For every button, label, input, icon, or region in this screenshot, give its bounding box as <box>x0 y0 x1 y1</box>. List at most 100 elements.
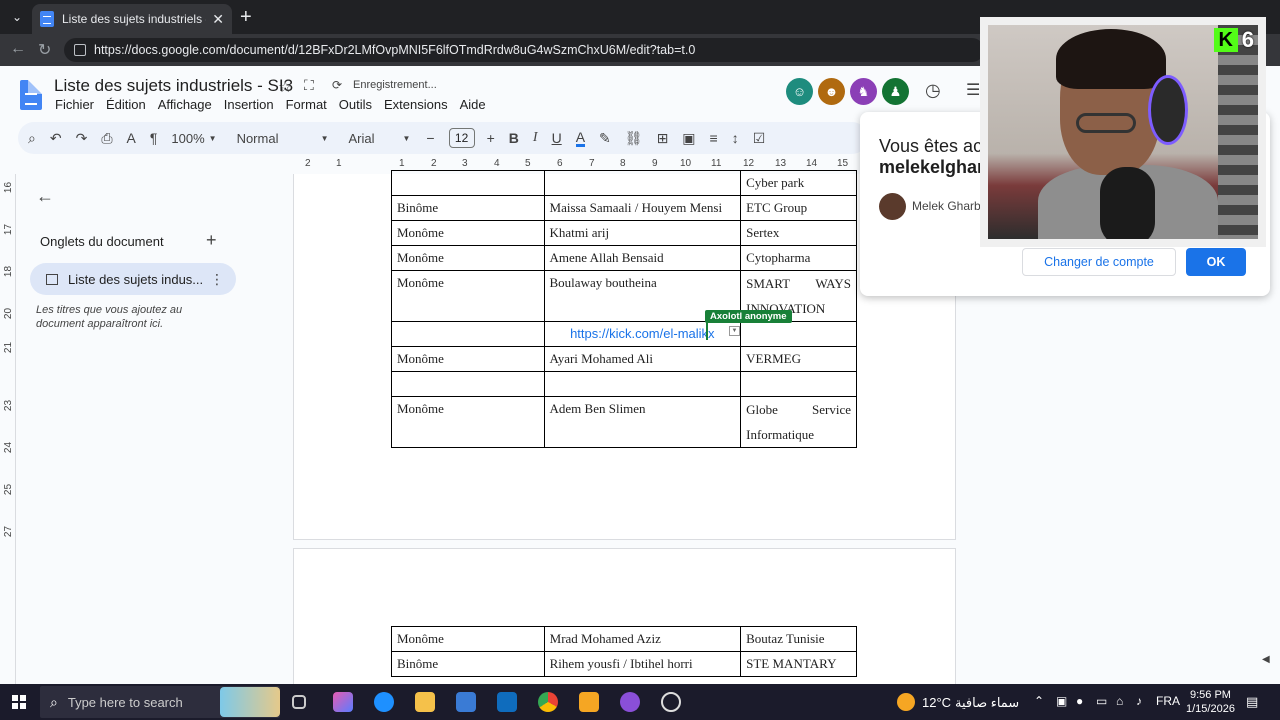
table-cell[interactable]: Globe Service Informatique <box>740 396 857 448</box>
spellcheck-icon[interactable]: A <box>127 130 136 146</box>
table-cell[interactable] <box>740 371 857 397</box>
add-tab-icon[interactable]: + <box>206 230 217 251</box>
highlight-icon[interactable]: ✎ <box>599 130 611 147</box>
menu-format[interactable]: Format <box>286 97 327 112</box>
table-cell[interactable]: Adem Ben Slimen <box>543 396 742 448</box>
style-select[interactable]: Normal <box>237 131 317 146</box>
comments-icon[interactable]: ☰ <box>966 80 980 100</box>
table-cell[interactable]: Cytopharma <box>740 245 857 271</box>
notification-icon[interactable]: ▤ <box>1246 694 1258 710</box>
volume-icon[interactable]: ♪ <box>1136 694 1142 708</box>
table-cell[interactable] <box>543 371 742 397</box>
kick-link[interactable]: https://kick.com/el-malikx <box>543 321 742 347</box>
table-cell[interactable]: Binôme <box>391 195 545 221</box>
chrome-icon[interactable] <box>538 692 558 712</box>
obs-icon[interactable] <box>620 692 640 712</box>
align-icon[interactable]: ≡ <box>710 130 718 146</box>
sidebar-item-active-tab[interactable]: Liste des sujets indus... ⋮ <box>30 263 236 295</box>
line-spacing-icon[interactable]: ↕ <box>732 130 739 146</box>
menu-edit[interactable]: Édition <box>106 97 146 112</box>
comment-icon[interactable]: ⊞ <box>657 130 669 147</box>
back-icon[interactable]: ← <box>10 40 26 58</box>
taskbar-search[interactable]: ⌕ Type here to search <box>40 686 280 718</box>
menu-help[interactable]: Aide <box>460 97 486 112</box>
checklist-icon[interactable]: ☑ <box>753 130 766 147</box>
table-row[interactable]: Monôme Mrad Mohamed Aziz Boutaz Tunisie <box>391 626 857 652</box>
weather-description[interactable]: سماء صافية <box>955 695 1019 711</box>
table-cell[interactable]: Monôme <box>391 396 545 448</box>
link-icon[interactable]: ⛓ <box>625 130 643 147</box>
table-cell[interactable] <box>740 321 857 347</box>
table-cell[interactable]: STE MANTARY <box>740 651 857 677</box>
mic-icon[interactable]: ● <box>1076 694 1083 708</box>
print-icon[interactable]: ⎙ <box>101 130 112 147</box>
table-row[interactable]: Binôme Maissa Samaali / Houyem Mensi ETC… <box>391 195 857 221</box>
language-indicator[interactable]: FRA <box>1156 694 1180 708</box>
windows-start-icon[interactable] <box>12 695 26 709</box>
bold-icon[interactable]: B <box>509 130 519 146</box>
app-icon[interactable] <box>661 692 681 712</box>
edge-icon[interactable] <box>374 692 394 712</box>
table-cell[interactable] <box>391 170 545 196</box>
outlook-icon[interactable] <box>497 692 517 712</box>
document-page[interactable]: Monôme Mrad Mohamed Aziz Boutaz Tunisie … <box>293 548 956 688</box>
table-cell[interactable]: Maissa Samaali / Houyem Mensi <box>543 195 742 221</box>
font-size-input[interactable]: 12 <box>448 128 475 148</box>
close-icon[interactable]: ✕ <box>212 11 224 28</box>
italic-icon[interactable]: I <box>533 130 538 146</box>
text-color-icon[interactable]: A <box>575 130 586 147</box>
table-row[interactable]: Monôme Adem Ben Slimen Globe Service Inf… <box>391 396 857 448</box>
table-cell[interactable] <box>391 321 545 347</box>
document-title[interactable]: Liste des sujets industriels - SI3 <box>54 76 293 96</box>
table-cell[interactable]: Monôme <box>391 346 545 372</box>
table-row[interactable]: https://kick.com/el-malikx <box>391 321 857 347</box>
network-icon[interactable]: ⌂ <box>1116 694 1123 708</box>
font-select[interactable]: Arial <box>348 131 398 146</box>
task-view-icon[interactable] <box>292 695 306 709</box>
redo-icon[interactable]: ↷ <box>76 130 88 147</box>
table-cell[interactable]: Rihem yousfi / Ibtihel horri <box>543 651 742 677</box>
document-page[interactable]: Cyber park Binôme Maissa Samaali / Houye… <box>293 170 956 540</box>
paint-format-icon[interactable]: ¶ <box>150 130 158 146</box>
ok-button[interactable]: OK <box>1186 248 1246 276</box>
collaborator-avatar[interactable]: ♟ <box>882 78 909 105</box>
image-icon[interactable]: ▣ <box>682 130 695 147</box>
file-explorer-icon[interactable] <box>415 692 435 712</box>
more-options-icon[interactable]: ⋮ <box>210 271 224 288</box>
tray-app-icon[interactable]: ▣ <box>1056 694 1067 708</box>
chevron-down-icon[interactable]: ▼ <box>729 326 740 336</box>
table-cell[interactable]: Cyber park <box>740 170 857 196</box>
tab-search-icon[interactable]: ⌄ <box>6 6 28 28</box>
table-cell[interactable]: Mrad Mohamed Aziz <box>543 626 742 652</box>
address-bar[interactable]: https://docs.google.com/document/d/12BFx… <box>64 38 984 62</box>
docs-logo-icon[interactable] <box>20 80 42 110</box>
undo-icon[interactable]: ↶ <box>50 130 62 147</box>
table-cell[interactable]: ETC Group <box>740 195 857 221</box>
system-clock[interactable]: 9:56 PM 1/15/2026 <box>1186 688 1235 716</box>
search-menus-icon[interactable]: ⌕ <box>28 130 36 147</box>
menu-view[interactable]: Affichage <box>158 97 212 112</box>
table-row[interactable] <box>391 371 857 397</box>
scroll-right-icon[interactable]: ◀ <box>1262 654 1270 665</box>
table-cell[interactable]: Binôme <box>391 651 545 677</box>
table-row[interactable]: Monôme Khatmi arij Sertex <box>391 220 857 246</box>
store-icon[interactable] <box>456 692 476 712</box>
underline-icon[interactable]: U <box>552 130 562 146</box>
table-cell[interactable] <box>391 371 545 397</box>
battery-icon[interactable]: ▭ <box>1096 694 1107 708</box>
menu-file[interactable]: Fichier <box>55 97 94 112</box>
collaborator-avatar[interactable]: ☻ <box>818 78 845 105</box>
reload-icon[interactable]: ↻ <box>38 40 51 60</box>
table-cell[interactable]: Monôme <box>391 245 545 271</box>
table-cell[interactable]: Sertex <box>740 220 857 246</box>
app-icon[interactable] <box>579 692 599 712</box>
star-icon[interactable]: ☆ <box>278 77 292 97</box>
switch-account-button[interactable]: Changer de compte <box>1022 248 1176 276</box>
table-row[interactable]: Binôme Rihem yousfi / Ibtihel horri STE … <box>391 651 857 677</box>
table-cell[interactable]: Monôme <box>391 270 545 322</box>
new-tab-icon[interactable]: + <box>240 6 252 28</box>
collaborator-avatar[interactable]: ♞ <box>850 78 877 105</box>
table-cell[interactable]: Amene Allah Bensaid <box>543 245 742 271</box>
menu-extensions[interactable]: Extensions <box>384 97 448 112</box>
table-cell[interactable]: Boutaz Tunisie <box>740 626 857 652</box>
